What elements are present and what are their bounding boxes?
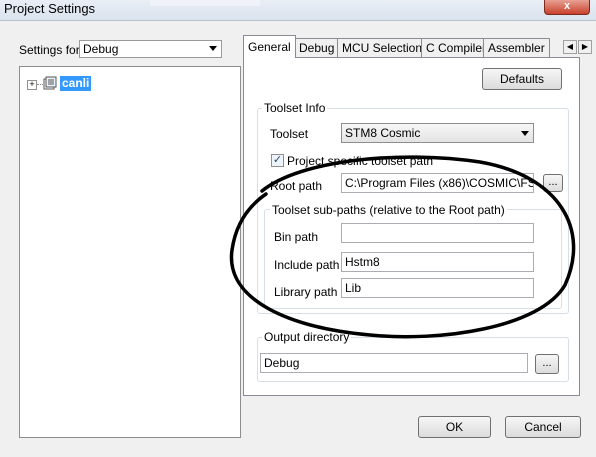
chevron-down-icon <box>521 131 529 136</box>
root-path-label: Root path <box>270 179 323 193</box>
toolset-select[interactable]: STM8 Cosmic <box>341 123 534 143</box>
tab-assembler[interactable]: Assembler <box>483 38 550 57</box>
include-path-label: Include path <box>274 258 340 272</box>
include-path-input[interactable]: Hstm8 <box>341 252 534 272</box>
output-directory-browse-button[interactable]: ... <box>535 354 559 374</box>
tab-c-compiler[interactable]: C Compiler <box>421 38 492 57</box>
tab-scroll-left-icon[interactable]: ◀ <box>563 40 577 54</box>
chevron-down-icon <box>209 46 217 51</box>
settings-for-label: Settings for: <box>19 43 84 57</box>
library-path-input[interactable]: Lib <box>341 278 534 298</box>
defaults-button[interactable]: Defaults <box>482 68 562 90</box>
tab-general[interactable]: General <box>243 35 296 58</box>
tree-item-canli[interactable]: canli <box>60 76 92 91</box>
settings-for-select[interactable]: Debug <box>79 40 222 58</box>
toolset-info-caption: Toolset Info <box>262 101 328 115</box>
tab-debug[interactable]: Debug <box>294 38 340 57</box>
root-path-input[interactable]: C:\Program Files (x86)\COSMIC\FSE_Compil… <box>341 173 534 193</box>
project-specific-label: Project specific toolset path <box>287 154 434 168</box>
settings-for-value: Debug <box>83 42 119 56</box>
bin-path-input[interactable] <box>341 223 534 243</box>
toolset-label: Toolset <box>270 127 309 141</box>
window-title: Project Settings <box>4 1 96 16</box>
tab-scroll-buttons: ◀ ▶ <box>563 40 593 54</box>
title-bar-highlight <box>150 0 260 6</box>
project-icon <box>43 76 57 90</box>
ok-button[interactable]: OK <box>418 416 491 438</box>
tree-expand-icon[interactable]: + <box>27 80 37 90</box>
library-path-label: Library path <box>274 285 338 299</box>
close-icon: x <box>563 0 571 12</box>
project-specific-checkbox[interactable]: ✓ <box>271 154 284 167</box>
bin-path-label: Bin path <box>274 230 319 244</box>
root-path-browse-button[interactable]: ... <box>543 174 563 192</box>
output-directory-caption: Output directory <box>262 330 352 344</box>
cancel-button[interactable]: Cancel <box>505 416 581 438</box>
tab-mcu-selection[interactable]: MCU Selection <box>337 38 428 57</box>
title-bar: Project Settings x <box>0 0 596 21</box>
output-directory-input[interactable]: Debug <box>260 353 528 373</box>
tab-scroll-right-icon[interactable]: ▶ <box>578 40 592 54</box>
project-tree[interactable]: + canli <box>19 66 241 438</box>
close-button[interactable]: x <box>544 0 590 15</box>
checkmark-icon: ✓ <box>272 154 283 166</box>
toolset-value: STM8 Cosmic <box>345 126 421 140</box>
toolset-subpaths-caption: Toolset sub-paths (relative to the Root … <box>270 203 507 217</box>
